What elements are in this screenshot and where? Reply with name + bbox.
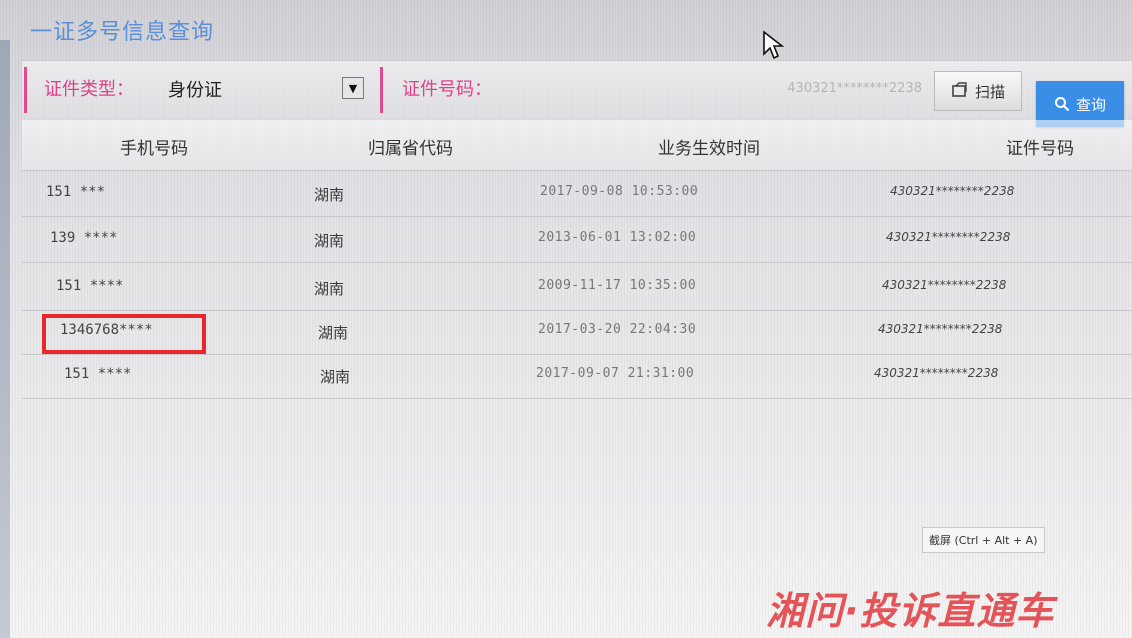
highlight-box <box>42 314 206 354</box>
column-header-province: 归属省代码 <box>368 139 453 159</box>
cell-province: 湖南 <box>320 368 351 386</box>
cell-province: 湖南 <box>314 232 345 250</box>
page-title: 一证多号信息查询 <box>30 20 215 45</box>
column-header-id-number: 证件号码 <box>1006 139 1074 159</box>
column-header-time: 业务生效时间 <box>658 139 760 159</box>
cell-time: 2017-09-07 21:31:00 <box>536 366 695 381</box>
id-type-select[interactable]: 身份证 <box>168 76 222 102</box>
cell-province: 湖南 <box>314 186 345 204</box>
watermark-logo: 湘问·投诉直通车 <box>766 589 1055 633</box>
cursor-icon <box>763 30 785 60</box>
cell-phone: 151 **** <box>56 278 124 294</box>
scan-button[interactable]: 扫描 <box>934 71 1022 111</box>
cell-phone: 139 **** <box>50 230 118 246</box>
column-header-phone: 手机号码 <box>120 139 188 159</box>
cell-id-number: 430321********2238 <box>874 366 999 380</box>
left-rail <box>0 40 10 638</box>
search-icon <box>1054 97 1070 112</box>
cell-phone: 151 **** <box>64 366 132 382</box>
table-row[interactable]: 151 *** 湖南 2017-09-08 10:53:00 430321***… <box>22 172 1132 217</box>
cell-time: 2009-11-17 10:35:00 <box>538 278 697 293</box>
label-divider <box>380 67 383 113</box>
chevron-down-icon: ▼ <box>348 81 358 95</box>
id-type-dropdown-button[interactable]: ▼ <box>342 77 364 99</box>
id-type-label: 证件类型： <box>44 79 134 100</box>
table-row[interactable]: 151 **** 湖南 2009-11-17 10:35:00 430321**… <box>22 266 1132 311</box>
cell-phone: 151 *** <box>46 184 106 200</box>
cell-id-number: 430321********2238 <box>886 230 1011 244</box>
scan-button-label: 扫描 <box>974 82 1005 101</box>
cell-id-number: 430321********2238 <box>882 278 1007 292</box>
cell-province: 湖南 <box>318 324 349 342</box>
filter-bar: 证件类型： 身份证 ▼ 证件号码： 扫描 查询 <box>22 60 1132 127</box>
label-divider <box>24 67 27 113</box>
table-row[interactable]: 139 **** 湖南 2013-06-01 13:02:00 430321**… <box>22 218 1132 263</box>
app-window: 一证多号信息查询 证件类型： 身份证 ▼ 证件号码： 扫描 查询 手机号码 归属… <box>0 0 1132 638</box>
cell-id-number: 430321********2238 <box>878 322 1003 336</box>
cell-province: 湖南 <box>314 280 345 298</box>
table-row[interactable]: 151 **** 湖南 2017-09-07 21:31:00 430321**… <box>22 354 1132 399</box>
screenshot-tooltip: 截屏 (Ctrl + Alt + A) <box>922 527 1045 553</box>
cell-time: 2017-03-20 22:04:30 <box>538 322 697 337</box>
cell-time: 2013-06-01 13:02:00 <box>538 230 697 245</box>
query-button-label: 查询 <box>1075 95 1106 114</box>
cell-id-number: 430321********2238 <box>890 184 1015 198</box>
table-header: 手机号码 归属省代码 业务生效时间 证件号码 <box>22 120 1132 171</box>
scan-icon <box>952 82 967 97</box>
cell-time: 2017-09-08 10:53:00 <box>540 184 699 199</box>
id-number-input[interactable] <box>498 75 922 101</box>
id-number-label: 证件号码： <box>402 79 492 100</box>
